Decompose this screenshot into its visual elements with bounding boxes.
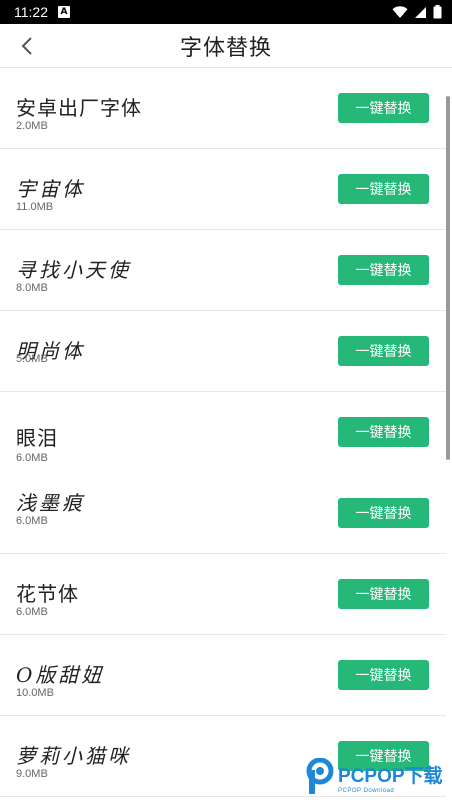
watermark-suffix: 下载 bbox=[404, 765, 443, 787]
font-name: 萝莉小猫咪 bbox=[16, 744, 131, 768]
replace-button[interactable]: 一键替换 bbox=[338, 498, 429, 528]
font-size: 6.0MB bbox=[16, 606, 48, 618]
replace-button[interactable]: 一键替换 bbox=[338, 417, 429, 447]
font-name: 花节体 bbox=[16, 582, 79, 606]
font-name: 眼泪 bbox=[16, 426, 58, 450]
replace-button[interactable]: 一键替换 bbox=[338, 255, 429, 285]
status-time: 11:22 bbox=[14, 4, 48, 20]
pcpop-logo-icon bbox=[306, 758, 334, 794]
font-row-mingshang: 明尚体 5.0MB 一键替换 bbox=[0, 311, 446, 392]
font-name: O版甜妞 bbox=[16, 663, 105, 687]
replace-button[interactable]: 一键替换 bbox=[338, 579, 429, 609]
back-button[interactable] bbox=[10, 30, 44, 62]
font-row-huajie: 花节体 6.0MB 一键替换 bbox=[0, 554, 446, 635]
font-size: 8.0MB bbox=[16, 282, 48, 294]
font-size: 11.0MB bbox=[16, 201, 54, 213]
font-name: 寻找小天使 bbox=[16, 258, 131, 282]
font-name: 宇宙体 bbox=[16, 177, 85, 201]
font-row-xunzhao: 寻找小天使 8.0MB 一键替换 bbox=[0, 230, 446, 311]
font-name: 浅墨痕 bbox=[16, 491, 85, 515]
pcpop-watermark: PCPOP下载 PCPOP Download bbox=[306, 754, 446, 800]
font-size: 9.0MB bbox=[16, 768, 48, 780]
battery-icon bbox=[433, 5, 442, 19]
font-size: 6.0MB bbox=[16, 515, 48, 527]
chevron-left-icon bbox=[21, 37, 32, 55]
page-title: 字体替换 bbox=[179, 35, 272, 61]
replace-button[interactable]: 一键替换 bbox=[338, 336, 429, 366]
watermark-subtitle: PCPOP Download bbox=[338, 787, 395, 794]
font-row-yanlei: 眼泪 6.0MB 一键替换 bbox=[0, 392, 446, 473]
status-bar: 11:22 A bbox=[0, 0, 452, 24]
font-list: 安卓出厂字体 2.0MB 一键替换 宇宙体 11.0MB 一键替换 寻找小天使 … bbox=[0, 68, 446, 797]
font-name: 安卓出厂字体 bbox=[16, 96, 142, 120]
replace-button[interactable]: 一键替换 bbox=[338, 174, 429, 204]
font-size: 2.0MB bbox=[16, 120, 48, 132]
font-row-yuzhou: 宇宙体 11.0MB 一键替换 bbox=[0, 149, 446, 230]
wifi-icon bbox=[392, 5, 408, 18]
scrollbar[interactable] bbox=[446, 96, 450, 460]
replace-button[interactable]: 一键替换 bbox=[338, 93, 429, 123]
font-size: 6.0MB bbox=[16, 452, 48, 464]
replace-button[interactable]: 一键替换 bbox=[338, 660, 429, 690]
notification-a-icon: A bbox=[58, 6, 70, 18]
font-size: 5.0MB bbox=[16, 353, 48, 365]
font-row-tianniu: O版甜妞 10.0MB 一键替换 bbox=[0, 635, 446, 716]
watermark-brand: PCPOP bbox=[338, 765, 405, 787]
font-size: 10.0MB bbox=[16, 687, 54, 699]
app-bar: 字体替换 bbox=[0, 24, 452, 68]
signal-icon bbox=[415, 6, 426, 18]
font-row-qianmohen: 浅墨痕 6.0MB 一键替换 bbox=[0, 473, 446, 554]
font-row-android-default: 安卓出厂字体 2.0MB 一键替换 bbox=[0, 68, 446, 149]
